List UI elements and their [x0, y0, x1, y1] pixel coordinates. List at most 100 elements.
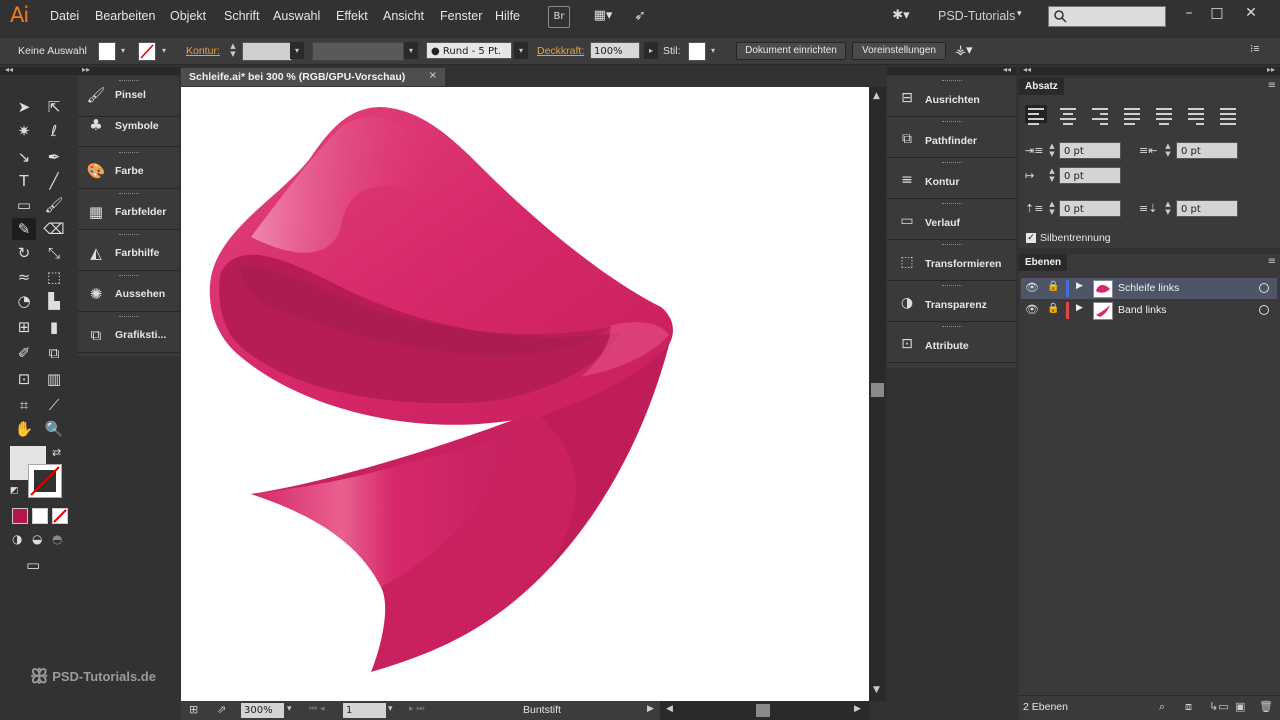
stroke-weight-stepper[interactable]: ▲ ▼	[226, 42, 240, 59]
space-after-input[interactable]: 0 pt	[1176, 200, 1238, 217]
layer-target-icon[interactable]	[1259, 305, 1269, 315]
menu-objekt[interactable]: Objekt	[170, 9, 206, 23]
menu-auswahl[interactable]: Auswahl	[273, 9, 320, 23]
arrange-documents-icon[interactable]: ▦▾	[590, 6, 616, 26]
type-tool-icon[interactable]: T	[12, 170, 36, 192]
left-indent-input[interactable]: 0 pt	[1059, 142, 1121, 159]
last-artboard-icon[interactable]: ▸ ⏭	[409, 704, 424, 714]
scroll-down-icon[interactable]: ▼	[873, 685, 880, 695]
menu-datei[interactable]: Datei	[50, 9, 79, 23]
zoom-level-field[interactable]: 300%	[241, 703, 284, 718]
rotate-tool-icon[interactable]: ↻	[12, 242, 36, 264]
paintbrush-tool-icon[interactable]: 🖌	[42, 194, 66, 216]
scale-tool-icon[interactable]: ⤡	[42, 242, 66, 264]
draw-behind-icon[interactable]: ◒	[32, 532, 42, 546]
isolate-icon[interactable]: ⚶▾	[955, 42, 973, 58]
artboard-tool-icon[interactable]: ⌗	[12, 394, 36, 416]
layers-panel-tab[interactable]: Ebenen	[1019, 254, 1068, 271]
document-setup-button[interactable]: Dokument einrichten	[736, 42, 846, 60]
mid-collapse-icon[interactable]: ◂◂	[1003, 65, 1011, 74]
opacity-label[interactable]: Deckkraft:	[537, 45, 584, 57]
workspace-switcher[interactable]: PSD-Tutorials	[938, 9, 1015, 23]
panel-symbole[interactable]: ♣ Symbole	[78, 110, 179, 147]
preferences-button[interactable]: Voreinstellungen	[852, 42, 946, 60]
pencil-tool-icon[interactable]: ✎	[12, 218, 36, 240]
close-tab-icon[interactable]: ×	[429, 70, 437, 81]
layer-target-icon[interactable]	[1259, 283, 1269, 293]
ribbon-artwork[interactable]	[181, 87, 869, 701]
align-left-icon[interactable]	[1025, 105, 1047, 125]
fill-swatch[interactable]	[98, 42, 116, 61]
menu-fenster[interactable]: Fenster	[440, 9, 482, 23]
style-dropdown-icon[interactable]: ▾	[706, 42, 720, 59]
bridge-button[interactable]: Br	[548, 6, 570, 28]
right-collapse-icon[interactable]: ◂◂	[1023, 65, 1031, 74]
menu-effekt[interactable]: Effekt	[336, 9, 368, 23]
gpu-performance-icon[interactable]: ➶	[630, 6, 650, 26]
share-icon[interactable]: ⇗	[217, 703, 226, 716]
gradient-tool-icon[interactable]: ▮	[42, 316, 66, 338]
justify-all-icon[interactable]	[1217, 105, 1239, 125]
free-transform-tool-icon[interactable]: ⬚	[42, 266, 66, 288]
hand-tool-icon[interactable]: ✋	[12, 418, 36, 440]
gradient-mode-icon[interactable]	[32, 508, 48, 524]
make-clipping-mask-icon[interactable]: ⧈	[1185, 700, 1192, 714]
expand-right-icon[interactable]: ▸▸	[82, 65, 90, 74]
width-tool-icon[interactable]: ≈	[12, 266, 36, 288]
visibility-eye-icon[interactable]: 👁	[1025, 303, 1041, 316]
document-tab[interactable]: Schleife.ai* bei 300 % (RGB/GPU-Vorschau…	[181, 68, 445, 86]
stroke-dropdown-icon[interactable]: ▾	[157, 42, 171, 59]
zoom-dropdown-icon[interactable]: ▾	[287, 704, 292, 714]
toggle-display-icon[interactable]: ⊞	[189, 703, 198, 716]
lock-icon[interactable]: 🔒	[1047, 303, 1061, 314]
vertical-scrollbar[interactable]: ▲ ▼	[869, 87, 886, 701]
magic-wand-tool-icon[interactable]: ✷	[12, 120, 36, 142]
new-layer-icon[interactable]: ▣	[1235, 700, 1245, 713]
menu-bearbeiten[interactable]: Bearbeiten	[95, 9, 155, 23]
color-mode-icon[interactable]	[12, 508, 28, 524]
justify-center-icon[interactable]	[1153, 105, 1175, 125]
artboard-number-field[interactable]: 1	[343, 703, 386, 718]
hyphenation-checkbox[interactable]: ✓	[1026, 233, 1036, 243]
rectangle-tool-icon[interactable]: ▭	[12, 194, 36, 216]
line-tool-icon[interactable]: ╱	[42, 170, 66, 192]
blend-tool-icon[interactable]: ⧉	[42, 342, 66, 364]
slice-tool-icon[interactable]: ⟋	[42, 394, 66, 416]
direct-selection-tool-icon[interactable]: ⇱	[42, 96, 66, 118]
swap-colors-icon[interactable]: ⇄	[52, 446, 61, 459]
scroll-left-icon[interactable]: ◀	[666, 704, 673, 714]
draw-inside-icon[interactable]: ◓	[52, 532, 62, 546]
first-line-indent-input[interactable]: 0 pt	[1059, 167, 1121, 184]
eraser-tool-icon[interactable]: ⌫	[42, 218, 66, 240]
brush-dropdown-icon[interactable]: ▾	[514, 42, 528, 59]
panel-farbe[interactable]: 🎨 Farbe	[78, 148, 179, 189]
close-window-icon[interactable]: ✕	[1238, 3, 1264, 23]
curvature-tool-icon[interactable]: ↘	[12, 146, 36, 168]
first-artboard-icon[interactable]: ⏮ ◂	[309, 704, 324, 714]
right-panel-strip[interactable]: ◂◂ ▸▸	[1019, 65, 1280, 75]
expand-layer-icon[interactable]: ▶	[1076, 281, 1083, 291]
selection-tool-icon[interactable]: ➤	[12, 96, 36, 118]
sync-settings-icon[interactable]: ✱▾	[888, 6, 914, 26]
default-colors-icon[interactable]: ◩	[10, 486, 19, 496]
horizontal-scrollbar[interactable]: ◀ ▶	[660, 701, 869, 720]
pen-tool-icon[interactable]: ✒	[42, 146, 66, 168]
maximize-icon[interactable]: □	[1204, 3, 1230, 23]
stroke-color-box[interactable]	[28, 464, 62, 498]
vertical-scroll-thumb[interactable]	[871, 383, 884, 397]
panel-aussehen[interactable]: ✺ Aussehen	[78, 271, 179, 312]
first-line-indent-stepper[interactable]: ▲ ▼	[1047, 167, 1057, 184]
expand-layer-icon[interactable]: ▶	[1076, 303, 1083, 313]
profile-dropdown-icon[interactable]: ▾	[404, 42, 418, 59]
panel-transformieren[interactable]: ⬚ Transformieren	[887, 240, 1016, 281]
panel-farbhilfe[interactable]: ◭ Farbhilfe	[78, 230, 179, 271]
collapse-left-icon[interactable]: ◂◂	[5, 65, 13, 74]
shape-builder-tool-icon[interactable]: ◔	[12, 290, 36, 312]
stroke-weight-dropdown-icon[interactable]: ▾	[290, 42, 304, 59]
layer-name[interactable]: Schleife links	[1118, 282, 1179, 294]
artboard-dropdown-icon[interactable]: ▾	[388, 704, 393, 714]
justify-right-icon[interactable]	[1185, 105, 1207, 125]
eyedropper-tool-icon[interactable]: ✐	[12, 342, 36, 364]
brush-definition-select[interactable]: ● Rund - 5 Pt.	[426, 42, 512, 59]
visibility-eye-icon[interactable]: 👁	[1025, 281, 1041, 294]
